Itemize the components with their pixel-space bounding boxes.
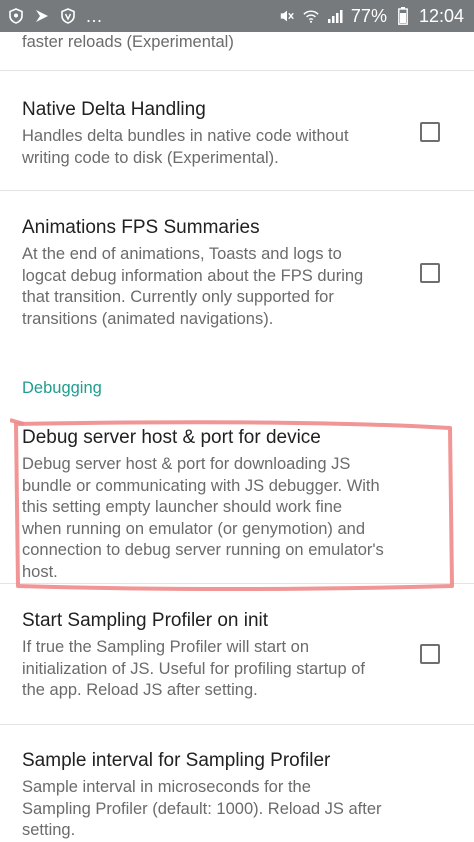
pref-partial-top: faster reloads (Experimental) [0, 32, 474, 54]
divider [0, 190, 474, 191]
pref-title: Debug server host & port for device [22, 427, 321, 448]
divider [0, 70, 474, 71]
signal-icon [327, 8, 343, 24]
section-header-debugging: Debugging [22, 379, 102, 397]
pref-summary: Debug server host & port for downloading… [22, 455, 384, 581]
status-bar-left: ... [8, 6, 279, 27]
pref-title: Start Sampling Profiler on init [22, 610, 269, 631]
sampling-profiler-checkbox[interactable] [420, 644, 440, 664]
clock: 12:04 [418, 5, 464, 26]
settings-list[interactable]: faster reloads (Experimental) Native Del… [0, 32, 474, 842]
more-notifications: ... [86, 5, 103, 26]
shield-icon [8, 8, 24, 24]
pref-native-delta-handling[interactable]: Native Delta Handling Handles delta bund… [0, 98, 474, 169]
pref-animations-fps-summaries[interactable]: Animations FPS Summaries At the end of a… [0, 216, 474, 330]
pref-summary: At the end of animations, Toasts and log… [22, 245, 364, 328]
pref-debug-server-host[interactable]: Debug server host & port for device Debu… [0, 426, 474, 583]
wifi-icon [303, 8, 319, 24]
pref-summary: Sample interval in microseconds for the … [22, 778, 382, 839]
animations-fps-checkbox[interactable] [420, 263, 440, 283]
divider [0, 724, 474, 725]
pref-sample-interval[interactable]: Sample interval for Sampling Profiler Sa… [0, 749, 474, 842]
pref-summary: If true the Sampling Profiler will start… [22, 638, 365, 699]
battery-icon [395, 7, 411, 25]
status-bar: ... 77% 12:04 [0, 0, 474, 32]
native-delta-checkbox[interactable] [420, 122, 440, 142]
shield-icon [60, 8, 76, 24]
pref-start-sampling-profiler[interactable]: Start Sampling Profiler on init If true … [0, 609, 474, 702]
flag-icon [34, 8, 50, 24]
status-bar-right: 77% 12:04 [279, 6, 464, 27]
divider [0, 583, 474, 584]
pref-title: Native Delta Handling [22, 99, 206, 120]
pref-title: Sample interval for Sampling Profiler [22, 750, 331, 771]
pref-summary: faster reloads (Experimental) [22, 33, 234, 51]
mute-icon [279, 8, 295, 24]
pref-title: Animations FPS Summaries [22, 217, 260, 238]
pref-summary: Handles delta bundles in native code wit… [22, 127, 349, 167]
battery-percentage: 77% [350, 5, 387, 26]
